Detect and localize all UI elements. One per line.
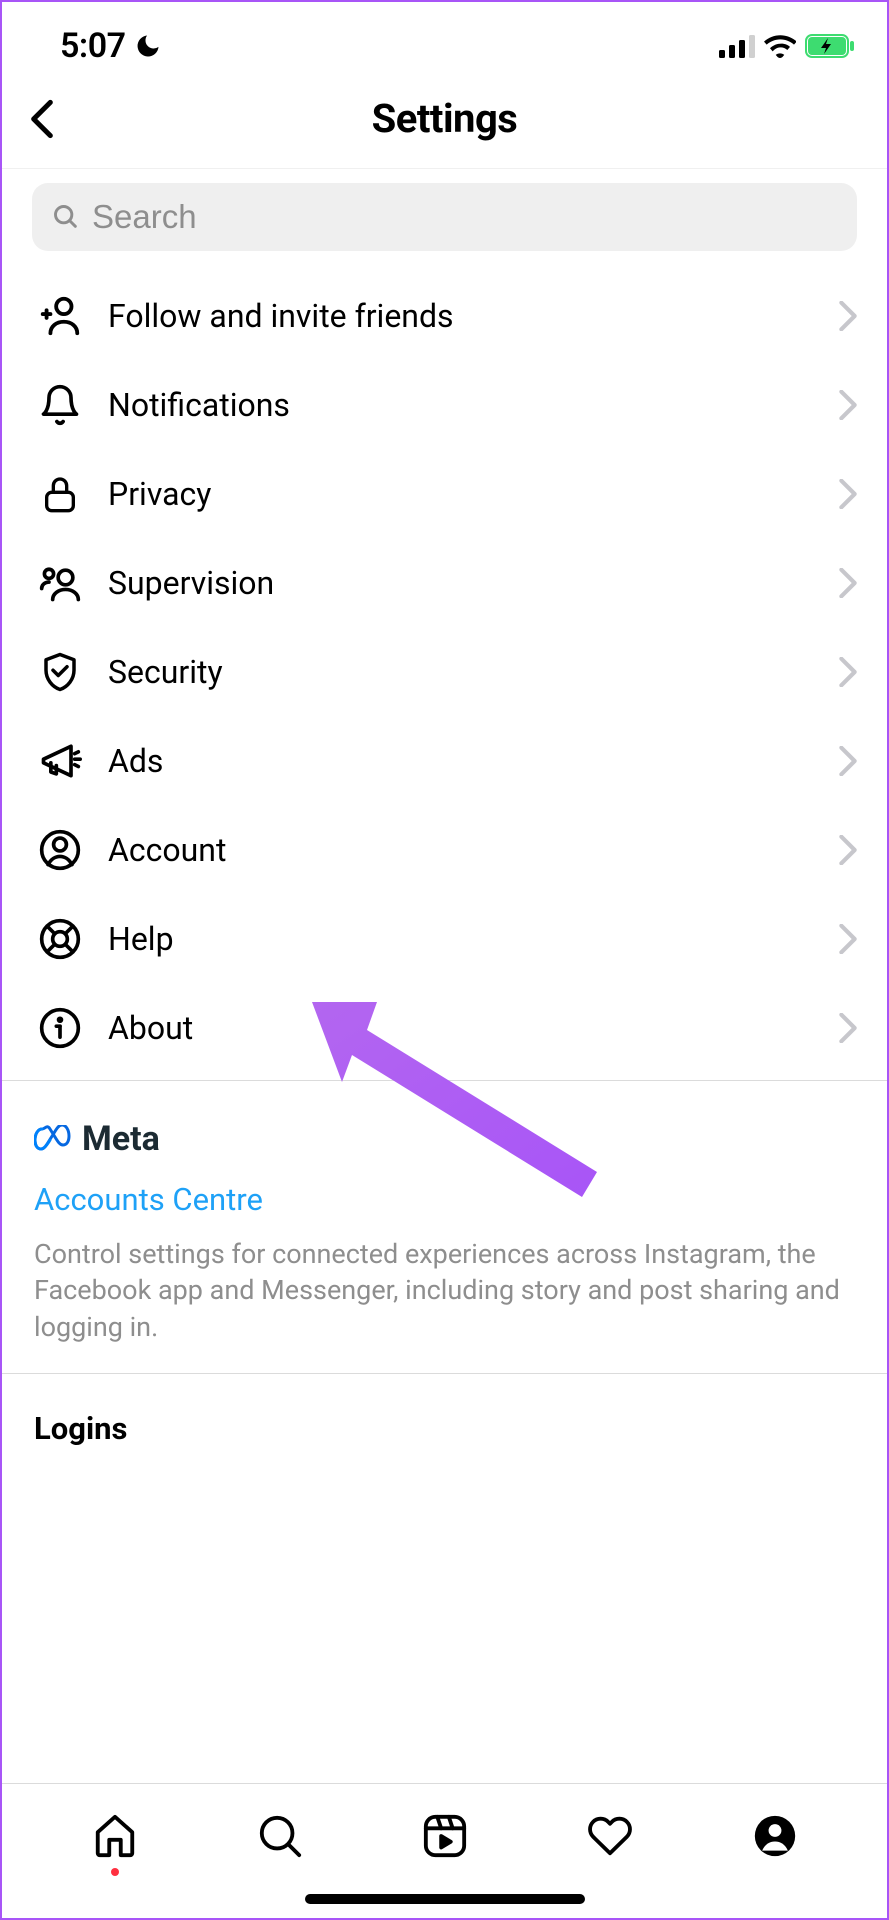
chevron-left-icon bbox=[28, 99, 56, 139]
meta-infinity-icon bbox=[34, 1125, 74, 1153]
menu-label: Help bbox=[108, 920, 839, 958]
menu-item-account[interactable]: Account bbox=[2, 805, 887, 894]
menu-item-help[interactable]: Help bbox=[2, 894, 887, 983]
menu-item-notifications[interactable]: Notifications bbox=[2, 360, 887, 449]
nav-home[interactable] bbox=[85, 1806, 145, 1866]
menu-label: Account bbox=[108, 831, 839, 869]
menu-label: Supervision bbox=[108, 564, 839, 602]
people-icon bbox=[36, 559, 84, 607]
menu-item-security[interactable]: Security bbox=[2, 627, 887, 716]
bell-icon bbox=[36, 381, 84, 429]
chevron-right-icon bbox=[839, 301, 857, 331]
nav-activity[interactable] bbox=[580, 1806, 640, 1866]
search-container bbox=[2, 169, 887, 263]
cellular-signal-icon bbox=[719, 34, 755, 58]
meta-brand-text: Meta bbox=[82, 1119, 160, 1159]
status-right bbox=[719, 34, 855, 58]
accounts-centre-link[interactable]: Accounts Centre bbox=[34, 1181, 855, 1218]
header: Settings bbox=[2, 77, 887, 169]
menu-label: Follow and invite friends bbox=[108, 297, 839, 335]
chevron-right-icon bbox=[839, 657, 857, 687]
menu-item-ads[interactable]: Ads bbox=[2, 716, 887, 805]
chevron-right-icon bbox=[839, 835, 857, 865]
status-left: 5:07 bbox=[60, 26, 162, 66]
menu-item-about[interactable]: About bbox=[2, 983, 887, 1072]
chevron-right-icon bbox=[839, 746, 857, 776]
battery-charging-icon bbox=[805, 34, 855, 58]
menu-item-privacy[interactable]: Privacy bbox=[2, 449, 887, 538]
page-title: Settings bbox=[22, 95, 867, 142]
add-user-icon bbox=[36, 292, 84, 340]
chevron-right-icon bbox=[839, 390, 857, 420]
meta-description: Control settings for connected experienc… bbox=[34, 1236, 855, 1345]
chevron-right-icon bbox=[839, 924, 857, 954]
megaphone-icon bbox=[36, 737, 84, 785]
help-ring-icon bbox=[36, 915, 84, 963]
heart-icon bbox=[586, 1813, 634, 1859]
wifi-icon bbox=[764, 34, 796, 58]
reels-icon bbox=[422, 1813, 468, 1859]
menu-label: About bbox=[108, 1009, 839, 1047]
search-icon bbox=[257, 1813, 303, 1859]
menu-label: Notifications bbox=[108, 386, 839, 424]
status-bar: 5:07 bbox=[2, 2, 887, 77]
user-circle-icon bbox=[36, 826, 84, 874]
meta-section: Meta Accounts Centre Control settings fo… bbox=[2, 1081, 887, 1374]
back-button[interactable] bbox=[20, 97, 64, 141]
info-icon bbox=[36, 1004, 84, 1052]
search-icon bbox=[52, 203, 80, 231]
profile-icon bbox=[753, 1814, 797, 1858]
settings-menu: Follow and invite friends Notifications … bbox=[2, 263, 887, 1072]
logins-section: Logins bbox=[2, 1374, 887, 1467]
lock-icon bbox=[36, 470, 84, 518]
shield-check-icon bbox=[36, 648, 84, 696]
menu-item-follow-invite[interactable]: Follow and invite friends bbox=[2, 271, 887, 360]
search-input[interactable] bbox=[92, 198, 837, 236]
nav-search[interactable] bbox=[250, 1806, 310, 1866]
status-time: 5:07 bbox=[60, 26, 126, 66]
home-icon bbox=[92, 1813, 138, 1859]
search-box[interactable] bbox=[32, 183, 857, 251]
chevron-right-icon bbox=[839, 479, 857, 509]
chevron-right-icon bbox=[839, 1013, 857, 1043]
nav-profile[interactable] bbox=[745, 1806, 805, 1866]
chevron-right-icon bbox=[839, 568, 857, 598]
logins-title: Logins bbox=[34, 1410, 855, 1447]
menu-item-supervision[interactable]: Supervision bbox=[2, 538, 887, 627]
menu-label: Ads bbox=[108, 742, 839, 780]
nav-reels[interactable] bbox=[415, 1806, 475, 1866]
home-indicator[interactable] bbox=[305, 1894, 585, 1904]
menu-label: Security bbox=[108, 653, 839, 691]
menu-label: Privacy bbox=[108, 475, 839, 513]
do-not-disturb-icon bbox=[134, 32, 162, 60]
meta-logo: Meta bbox=[34, 1119, 855, 1159]
notification-dot bbox=[111, 1868, 119, 1876]
